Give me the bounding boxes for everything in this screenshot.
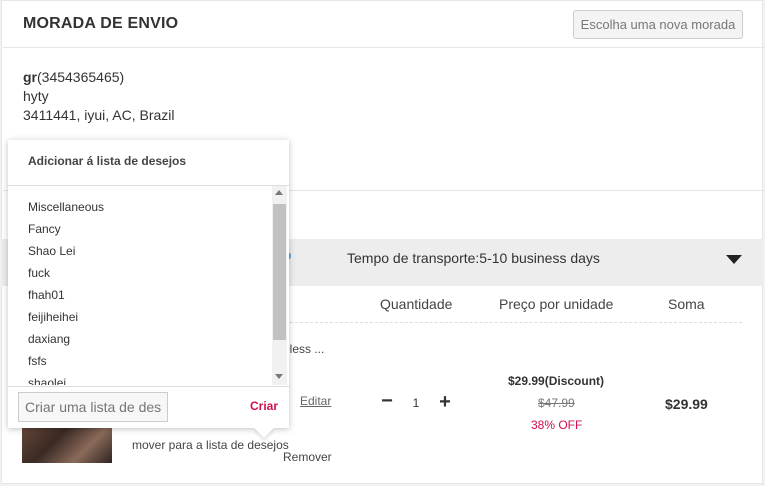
line-sum: $29.99: [665, 396, 708, 412]
recipient-phone: (3454365465): [37, 69, 125, 85]
choose-new-address-button[interactable]: Escolha uma nova morada: [573, 10, 743, 39]
header-dashed-divider: [290, 322, 742, 323]
new-wishlist-input[interactable]: [18, 392, 168, 422]
shipping-time: Tempo de transporte:5-10 business days: [347, 250, 600, 266]
column-quantity: Quantidade: [380, 296, 453, 312]
header-divider: [3, 47, 765, 48]
original-price: $47.99: [538, 396, 575, 410]
recipient-name: gr: [23, 69, 37, 85]
column-sum: Soma: [668, 296, 705, 312]
remove-link[interactable]: Remover: [283, 450, 332, 464]
popup-divider-top: [8, 185, 289, 186]
scrollbar-thumb[interactable]: [273, 204, 286, 340]
product-name[interactable]: eless ...: [283, 342, 324, 356]
quantity-plus-button[interactable]: +: [437, 392, 453, 412]
quantity-value: 1: [412, 396, 420, 410]
wishlist-popup: Adicionar á lista de desejos Miscellaneo…: [8, 140, 289, 438]
address-line-2: 3411441, iyui, AC, Brazil: [23, 107, 175, 123]
wishlist-list[interactable]: Miscellaneous Fancy Shao Lei fuck fhah01…: [8, 187, 274, 385]
create-wishlist-button[interactable]: Criar: [250, 399, 278, 413]
recipient-line: gr(3454365465): [23, 68, 175, 87]
shipping-address: gr(3454365465) hyty 3411441, iyui, AC, B…: [23, 68, 175, 125]
quantity-minus-button[interactable]: −: [380, 391, 394, 412]
address-line-1: hyty: [23, 88, 49, 104]
discount-price: $29.99(Discount): [508, 374, 605, 388]
move-to-wishlist-link[interactable]: mover para a lista de desejos: [132, 438, 289, 452]
shipping-title: MORADA DE ENVIO: [23, 15, 179, 32]
wishlist-item[interactable]: daxiang: [28, 332, 70, 346]
wishlist-item[interactable]: fuck: [28, 266, 50, 280]
scroll-up-icon[interactable]: [275, 190, 283, 195]
popup-caret-cover: [248, 416, 280, 428]
wishlist-item[interactable]: Shao Lei: [28, 244, 75, 258]
wishlist-item[interactable]: fsfs: [28, 354, 47, 368]
wishlist-item[interactable]: shaolei: [28, 376, 66, 385]
wishlist-item[interactable]: feijiheihei: [28, 310, 78, 324]
wishlist-item[interactable]: Fancy: [28, 222, 61, 236]
wishlist-item[interactable]: fhah01: [28, 288, 65, 302]
discount-percent: 38% OFF: [531, 418, 583, 432]
caret-down-icon[interactable]: [726, 255, 742, 264]
popup-divider-bottom: [8, 386, 289, 387]
wishlist-scrollbar[interactable]: [272, 186, 287, 385]
edit-link[interactable]: Editar: [300, 394, 331, 408]
column-unit-price: Preço por unidade: [499, 296, 614, 312]
wishlist-item[interactable]: Miscellaneous: [28, 200, 104, 214]
scroll-down-icon[interactable]: [275, 374, 283, 379]
wishlist-popup-title: Adicionar á lista de desejos: [28, 154, 187, 168]
